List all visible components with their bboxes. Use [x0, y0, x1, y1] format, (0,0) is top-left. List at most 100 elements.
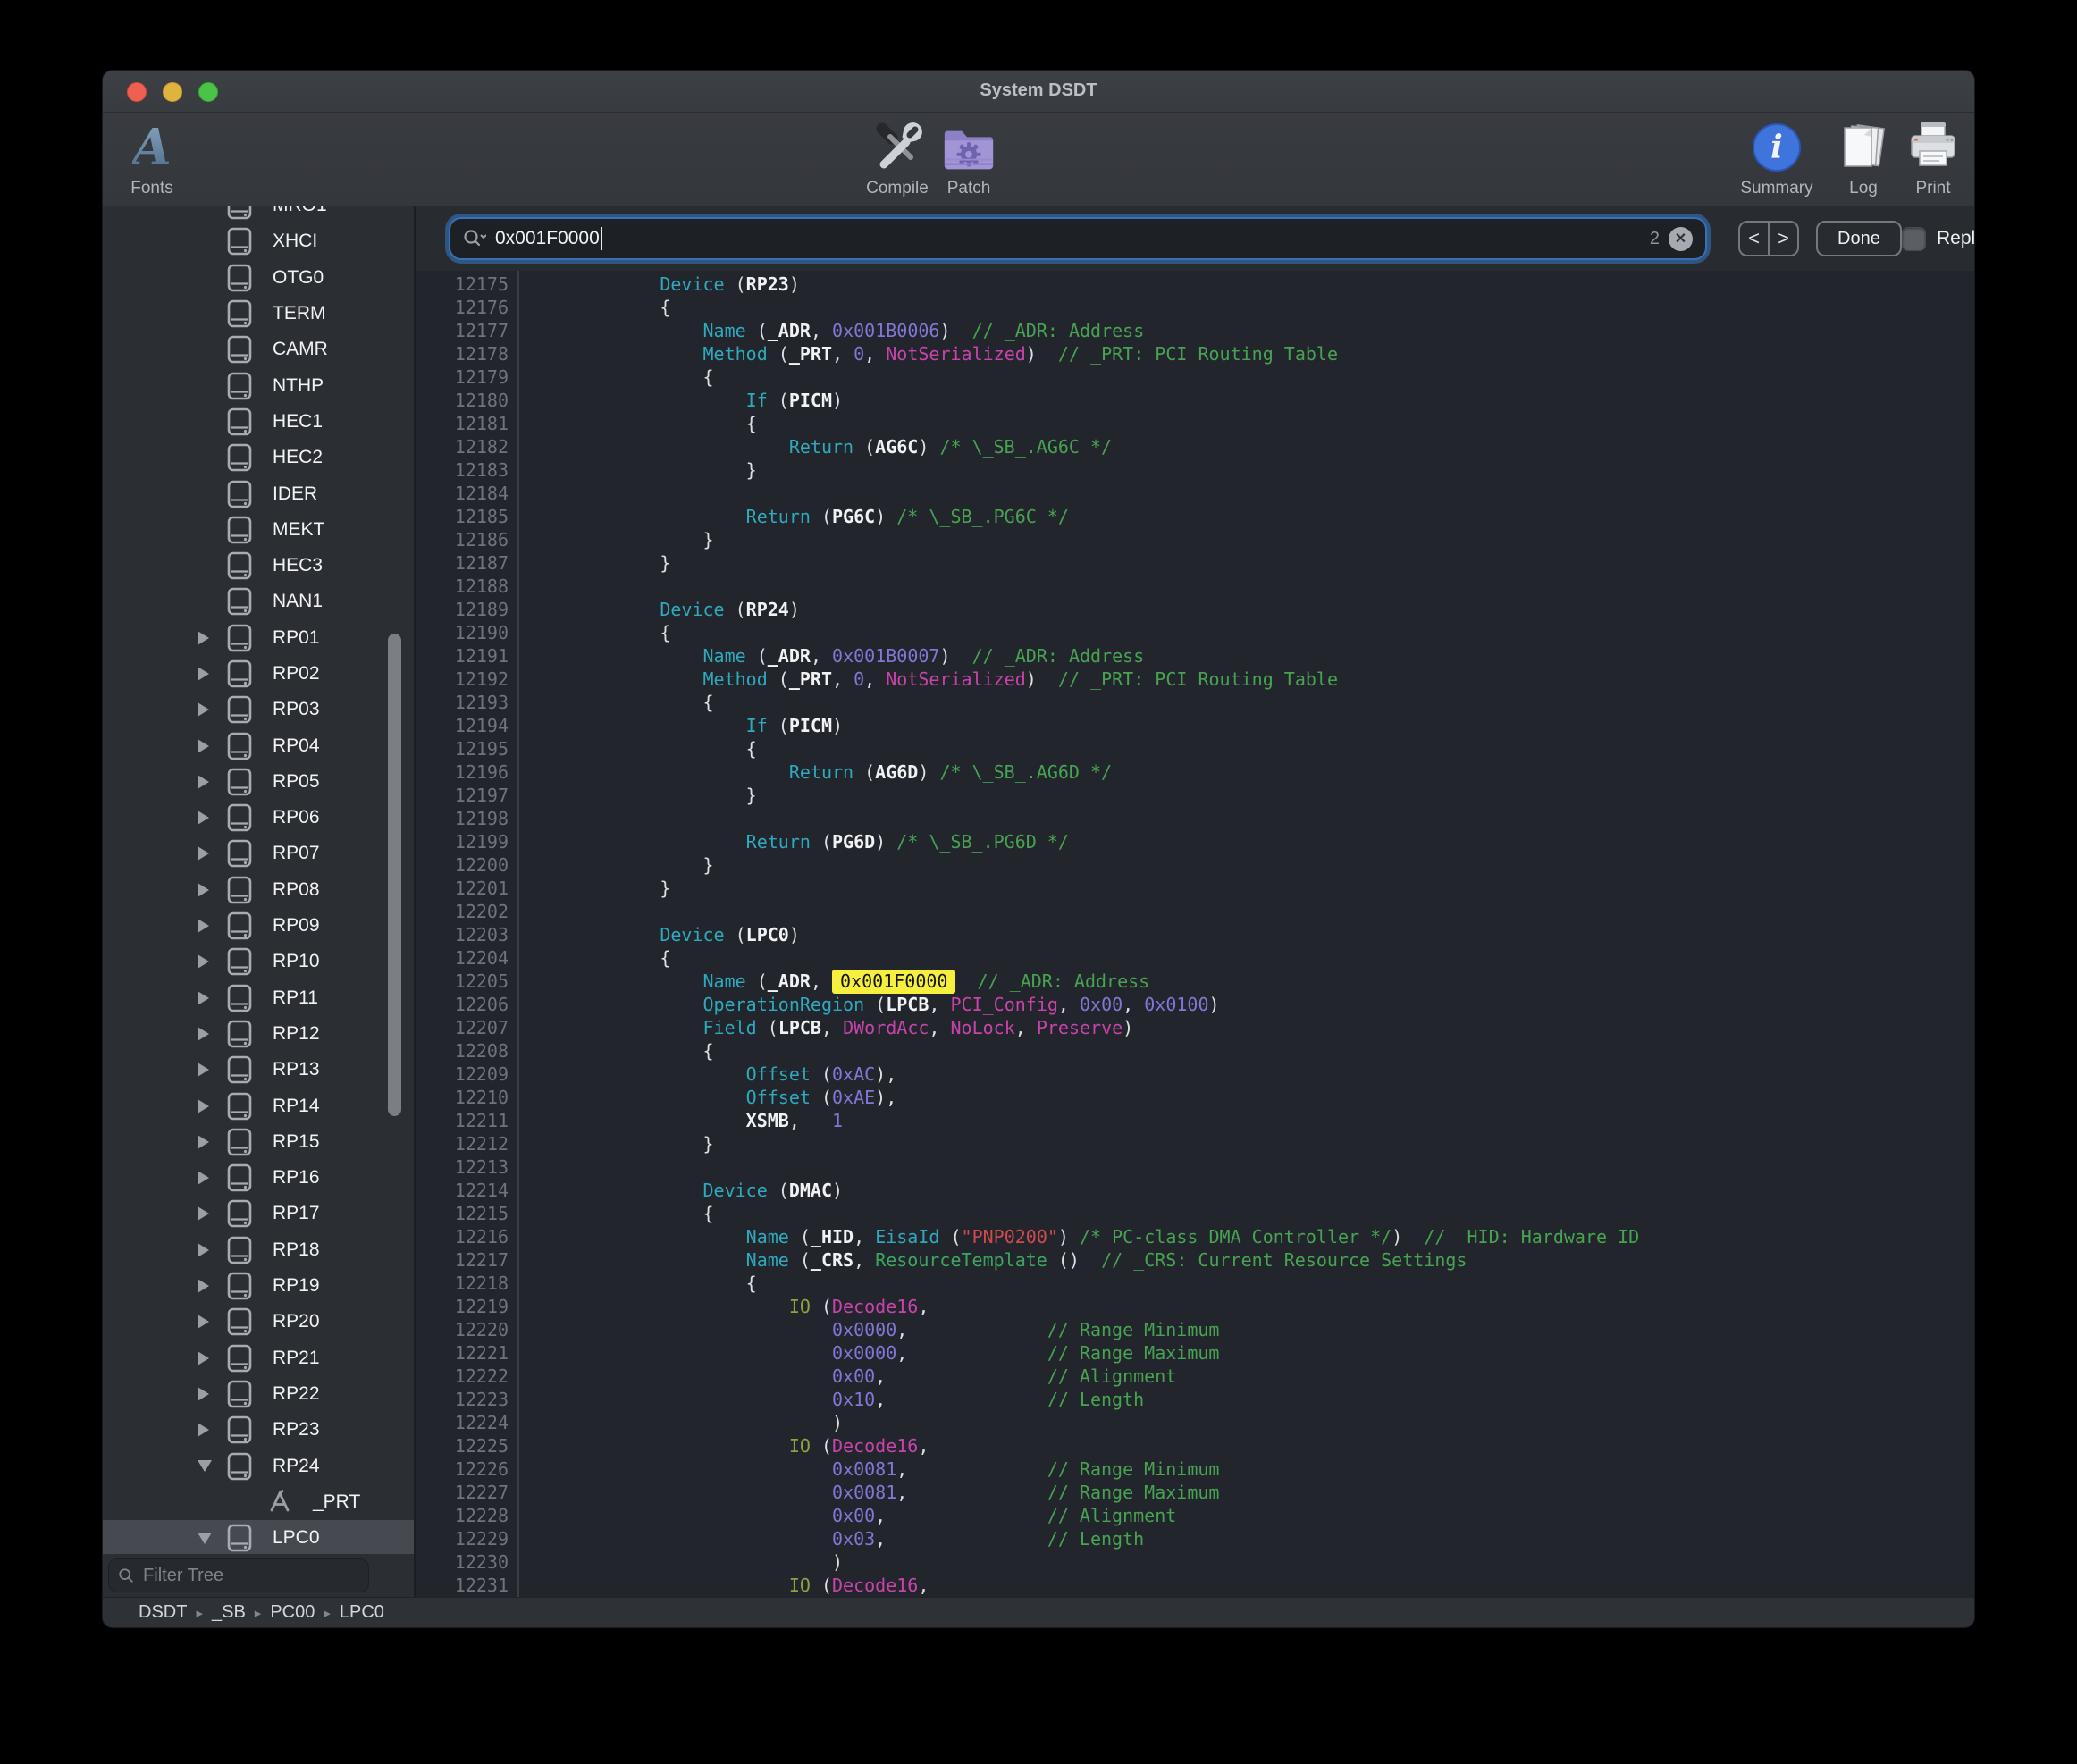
disclosure-right-icon[interactable] [198, 1206, 209, 1221]
code-line-12230[interactable]: 12230 ) [416, 1550, 1974, 1574]
code-line-12209[interactable]: 12209 Offset (0xAC), [416, 1063, 1974, 1086]
sidebar-item-nan1[interactable]: NAN1 [103, 584, 414, 619]
sidebar-item-otg0[interactable]: OTG0 [103, 260, 414, 296]
done-button[interactable]: Done [1816, 221, 1902, 256]
sidebar-item-rp14[interactable]: RP14 [103, 1088, 414, 1123]
sidebar-scrollbar[interactable] [388, 634, 401, 1116]
sidebar-item-mro1[interactable]: MRO1 [103, 206, 414, 223]
sidebar-item-_prt[interactable]: _PRT [103, 1484, 414, 1520]
code-line-12217[interactable]: 12217 Name (_CRS, ResourceTemplate () //… [416, 1248, 1974, 1272]
disclosure-right-icon[interactable] [198, 954, 209, 969]
code-line-12224[interactable]: 12224 ) [416, 1411, 1974, 1434]
sidebar-item-rp18[interactable]: RP18 [103, 1232, 414, 1268]
code-line-12231[interactable]: 12231 IO (Decode16, [416, 1574, 1974, 1597]
code-line-12221[interactable]: 12221 0x0000, // Range Maximum [416, 1341, 1974, 1365]
sidebar-item-lpc0[interactable]: LPC0 [103, 1520, 414, 1554]
summary-button[interactable]: i Summary [1732, 118, 1821, 203]
code-line-12178[interactable]: 12178 Method (_PRT, 0, NotSerialized) //… [416, 342, 1974, 365]
sidebar-item-rp09[interactable]: RP09 [103, 908, 414, 944]
code-line-12180[interactable]: 12180 If (PICM) [416, 389, 1974, 412]
code-line-12193[interactable]: 12193 { [416, 691, 1974, 714]
code-line-12223[interactable]: 12223 0x10, // Length [416, 1388, 1974, 1411]
sidebar-item-rp04[interactable]: RP04 [103, 727, 414, 763]
disclosure-right-icon[interactable] [198, 1243, 209, 1257]
code-line-12218[interactable]: 12218 { [416, 1272, 1974, 1295]
code-line-12194[interactable]: 12194 If (PICM) [416, 714, 1974, 737]
code-line-12226[interactable]: 12226 0x0081, // Range Minimum [416, 1457, 1974, 1481]
sidebar-item-camr[interactable]: CAMR [103, 332, 414, 367]
code-line-12214[interactable]: 12214 Device (DMAC) [416, 1179, 1974, 1202]
search-input[interactable]: 0x001F0000 2 ✕ [449, 217, 1707, 260]
disclosure-right-icon[interactable] [198, 775, 209, 789]
breadcrumb-item-dsdt[interactable]: DSDT [139, 1602, 187, 1622]
disclosure-right-icon[interactable] [198, 919, 209, 933]
sidebar-item-term[interactable]: TERM [103, 296, 414, 332]
sidebar-item-rp10[interactable]: RP10 [103, 944, 414, 979]
disclosure-right-icon[interactable] [198, 991, 209, 1005]
disclosure-right-icon[interactable] [198, 1423, 209, 1437]
fonts-button[interactable]: A Fonts [112, 118, 192, 203]
sidebar-item-rp24[interactable]: RP24 [103, 1448, 414, 1483]
breadcrumb-item-lpc0[interactable]: LPC0 [340, 1602, 384, 1622]
sidebar-item-rp03[interactable]: RP03 [103, 692, 414, 727]
code-line-12211[interactable]: 12211 XSMB, 1 [416, 1109, 1974, 1132]
code-line-12188[interactable]: 12188 [416, 575, 1974, 598]
sidebar-item-rp22[interactable]: RP22 [103, 1376, 414, 1412]
disclosure-right-icon[interactable] [198, 1063, 209, 1077]
sidebar-item-rp19[interactable]: RP19 [103, 1268, 414, 1304]
code-line-12183[interactable]: 12183 } [416, 458, 1974, 482]
sidebar-item-rp15[interactable]: RP15 [103, 1124, 414, 1160]
code-line-12225[interactable]: 12225 IO (Decode16, [416, 1434, 1974, 1457]
disclosure-right-icon[interactable] [198, 1279, 209, 1293]
sidebar-item-hec2[interactable]: HEC2 [103, 440, 414, 475]
code-line-12189[interactable]: 12189 Device (RP24) [416, 598, 1974, 621]
sidebar-item-rp08[interactable]: RP08 [103, 872, 414, 908]
find-next-button[interactable]: > [1770, 223, 1797, 255]
code-line-12198[interactable]: 12198 [416, 807, 1974, 830]
sidebar-item-nthp[interactable]: NTHP [103, 367, 414, 403]
disclosure-right-icon[interactable] [198, 846, 209, 861]
code-editor[interactable]: 12175 Device (RP23)12176 {12177 Name (_A… [416, 271, 1974, 1597]
code-line-12212[interactable]: 12212 } [416, 1132, 1974, 1155]
print-button[interactable]: Print [1901, 118, 1965, 203]
code-line-12199[interactable]: 12199 Return (PG6D) /* \_SB_.PG6D */ [416, 830, 1974, 853]
code-line-12177[interactable]: 12177 Name (_ADR, 0x001B0006) // _ADR: A… [416, 319, 1974, 342]
sidebar-item-rp23[interactable]: RP23 [103, 1412, 414, 1448]
sidebar-item-rp06[interactable]: RP06 [103, 800, 414, 836]
code-line-12219[interactable]: 12219 IO (Decode16, [416, 1295, 1974, 1318]
sidebar-item-rp21[interactable]: RP21 [103, 1340, 414, 1376]
clear-search-button[interactable]: ✕ [1669, 227, 1693, 251]
replace-checkbox[interactable] [1902, 227, 1926, 251]
breadcrumb-item-pc00[interactable]: PC00 [270, 1602, 315, 1622]
code-line-12191[interactable]: 12191 Name (_ADR, 0x001B0007) // _ADR: A… [416, 644, 1974, 668]
code-line-12182[interactable]: 12182 Return (AG6C) /* \_SB_.AG6C */ [416, 435, 1974, 458]
filter-tree-input[interactable] [141, 1565, 359, 1587]
sidebar-item-rp02[interactable]: RP02 [103, 656, 414, 692]
disclosure-right-icon[interactable] [198, 1315, 209, 1329]
disclosure-right-icon[interactable] [198, 667, 209, 681]
sidebar-item-xhci[interactable]: XHCI [103, 223, 414, 259]
sidebar-item-hec3[interactable]: HEC3 [103, 548, 414, 584]
code-line-12204[interactable]: 12204 { [416, 946, 1974, 970]
code-line-12229[interactable]: 12229 0x03, // Length [416, 1527, 1974, 1550]
sidebar-item-hec1[interactable]: HEC1 [103, 404, 414, 440]
sidebar-item-mekt[interactable]: MEKT [103, 512, 414, 548]
disclosure-right-icon[interactable] [198, 1135, 209, 1149]
code-line-12196[interactable]: 12196 Return (AG6D) /* \_SB_.AG6D */ [416, 760, 1974, 784]
code-line-12228[interactable]: 12228 0x00, // Alignment [416, 1504, 1974, 1527]
code-line-12179[interactable]: 12179 { [416, 365, 1974, 389]
code-line-12203[interactable]: 12203 Device (LPC0) [416, 923, 1974, 946]
code-line-12187[interactable]: 12187 } [416, 551, 1974, 575]
log-button[interactable]: Log [1834, 118, 1893, 203]
code-line-12195[interactable]: 12195 { [416, 737, 1974, 760]
code-line-12215[interactable]: 12215 { [416, 1202, 1974, 1225]
code-line-12205[interactable]: 12205 Name (_ADR, 0x001F0000 // _ADR: Ad… [416, 970, 1974, 993]
disclosure-right-icon[interactable] [198, 1351, 209, 1365]
sidebar-item-rp11[interactable]: RP11 [103, 980, 414, 1016]
disclosure-right-icon[interactable] [198, 739, 209, 753]
disclosure-right-icon[interactable] [198, 1387, 209, 1401]
code-line-12200[interactable]: 12200 } [416, 853, 1974, 877]
disclosure-right-icon[interactable] [198, 702, 209, 717]
code-line-12206[interactable]: 12206 OperationRegion (LPCB, PCI_Config,… [416, 993, 1974, 1016]
disclosure-right-icon[interactable] [198, 811, 209, 825]
